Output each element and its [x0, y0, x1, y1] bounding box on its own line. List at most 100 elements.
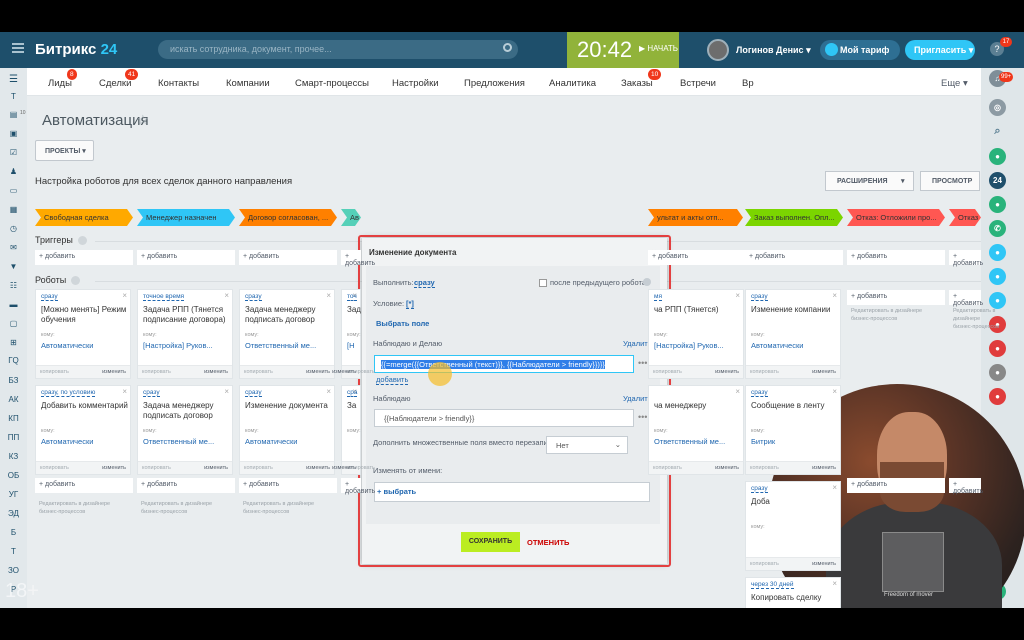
close-icon[interactable]: ×	[832, 387, 837, 396]
copy-link[interactable]: копировать	[653, 369, 682, 375]
add-robot-button[interactable]: + добавить	[847, 478, 945, 493]
stage-item[interactable]: Договор согласован, ...	[239, 209, 337, 226]
robot-responsible[interactable]: [Настройка] Руков...	[143, 341, 213, 350]
b24-chat-icon[interactable]: 24	[989, 172, 1006, 189]
robot-when-link[interactable]: через 30 дней	[751, 581, 794, 589]
more-dots-icon[interactable]: •••	[638, 412, 647, 422]
add-robot-button[interactable]: + добавить	[949, 290, 983, 307]
phone-icon[interactable]: ✆	[989, 220, 1006, 237]
stage-item[interactable]: Отказ: Отложили про...	[847, 209, 945, 226]
contact-icon[interactable]: ●	[989, 340, 1006, 357]
robot-when-link[interactable]: мя	[654, 293, 662, 301]
edit-link[interactable]: изменить	[306, 369, 330, 375]
robot-responsible[interactable]: Ответственный ме...	[654, 437, 725, 446]
add-trigger-button[interactable]: + добавить	[847, 250, 945, 265]
tab-orders[interactable]: Заказы	[621, 78, 653, 89]
robot-when-link[interactable]: сразу	[245, 293, 262, 301]
add-robot-button[interactable]: + добавить	[35, 478, 133, 493]
search-icon[interactable]: ⌕	[989, 123, 1006, 140]
robot-when-link[interactable]: сразу	[41, 293, 58, 301]
close-icon[interactable]: ×	[326, 387, 331, 396]
designer-hint[interactable]: Редактировать в дизайнере бизнес-процессо…	[243, 500, 314, 516]
designer-hint[interactable]: Редактировать в дизайнере бизнес-процессо…	[851, 307, 922, 323]
user-menu[interactable]: Логинов Денис ▾	[736, 45, 811, 56]
contact-photo-icon[interactable]: ●	[989, 364, 1006, 381]
add-trigger-button[interactable]: + добавить	[648, 250, 746, 265]
robot-responsible[interactable]: Автоматически	[41, 437, 93, 446]
mail-icon[interactable]: ✉	[0, 243, 27, 252]
stage-item[interactable]: Менеджер назначен	[137, 209, 235, 226]
copy-link[interactable]: копировать	[40, 465, 69, 471]
add-trigger-button[interactable]: + добавить	[341, 250, 375, 267]
search-icon[interactable]	[503, 43, 512, 52]
robot-card[interactable]: × сразу [Можно менять] Режим обучения Автом…	[35, 289, 131, 379]
tab-more-cut[interactable]: Вр	[742, 78, 754, 89]
close-icon[interactable]: ×	[832, 579, 837, 588]
copy-link[interactable]: копировать	[750, 561, 779, 567]
left-nav-item[interactable]: УГ	[0, 490, 27, 499]
change-by-input[interactable]: + выбрать	[374, 482, 650, 502]
invite-button[interactable]: Пригласить ▾	[905, 40, 975, 60]
robot-when-link[interactable]: сразу	[751, 389, 768, 397]
more-dots-icon[interactable]: •••	[638, 358, 647, 368]
left-nav-item[interactable]: КЗ	[0, 452, 27, 461]
robot-responsible[interactable]: Ответственный ме...	[143, 437, 214, 446]
tab-more[interactable]: Еще ▾	[941, 78, 968, 89]
left-nav-item[interactable]: Б	[0, 528, 27, 537]
robot-when-link[interactable]: сра	[347, 389, 358, 397]
choose-field-link[interactable]: Выбрать поле	[376, 319, 429, 328]
help-icon[interactable]	[643, 278, 651, 286]
tab-settings[interactable]: Настройки	[392, 78, 439, 89]
stage-item[interactable]: Заказ выполнен. Опл...	[745, 209, 843, 226]
contact-icon[interactable]: ●	[989, 148, 1006, 165]
add-robot-button[interactable]: + добавить	[341, 478, 375, 495]
close-icon[interactable]: ×	[122, 387, 127, 396]
edit-link[interactable]: изменить	[332, 369, 356, 375]
robot-responsible[interactable]: Битрик	[751, 437, 775, 446]
clock-icon[interactable]: ◷	[0, 224, 27, 233]
close-icon[interactable]: ×	[735, 387, 740, 396]
robot-card[interactable]: × сра За кому: копировать изменить	[332, 385, 375, 475]
robot-when-link[interactable]: точное время	[143, 293, 185, 301]
copy-link[interactable]: копировать	[40, 369, 69, 375]
robot-card[interactable]: × точ Зад [Н кому: копировать изменить	[332, 289, 375, 379]
close-icon[interactable]: ×	[122, 291, 127, 300]
field2-input[interactable]: {{Наблюдатели > friendly}}	[374, 409, 634, 427]
tab-contacts[interactable]: Контакты	[158, 78, 199, 89]
designer-hint[interactable]: Редактировать в дизайнере бизнес-процессо…	[953, 307, 1024, 331]
contact-icon[interactable]: ●	[989, 244, 1006, 261]
add-robot-button[interactable]: + добавить	[239, 478, 337, 493]
edit-link[interactable]: изменить	[332, 465, 356, 471]
copy-link[interactable]: копировать	[653, 465, 682, 471]
robot-when-link[interactable]: сразу	[751, 293, 768, 301]
robot-card[interactable]: × сразу Сообщение в ленту Битрик кому: копиро…	[745, 385, 841, 475]
robot-card[interactable]: × сразу Изменение компании Автоматически ком…	[745, 289, 841, 379]
edit-link[interactable]: изменить	[204, 465, 228, 471]
left-nav-item[interactable]: ОБ	[0, 471, 27, 480]
edit-link[interactable]: изменить	[306, 465, 330, 471]
field1-input[interactable]: {{=merge({{Ответственный (текст)}}, {{На…	[374, 355, 634, 373]
tab-offers[interactable]: Предложения	[464, 78, 525, 89]
close-icon[interactable]: ×	[832, 483, 837, 492]
calendar-icon[interactable]: ▦	[0, 205, 27, 214]
contacts-icon[interactable]: ☷	[0, 281, 27, 290]
card-icon[interactable]: ▬	[0, 300, 27, 309]
copy-link[interactable]: копировать	[244, 369, 273, 375]
robot-when-link[interactable]: сразу	[143, 389, 160, 397]
left-nav-item[interactable]: Т	[0, 547, 27, 556]
designer-hint[interactable]: Редактировать в дизайнере бизнес-процессо…	[141, 500, 212, 516]
add-robot-button[interactable]: + добавить	[137, 478, 235, 493]
menu-icon[interactable]	[12, 43, 24, 53]
search-input[interactable]: искать сотрудника, документ, прочее...	[158, 40, 518, 59]
choose-link[interactable]: + выбрать	[377, 487, 416, 496]
tab-leads[interactable]: Лиды	[48, 78, 72, 89]
left-nav-item[interactable]: БЗ	[0, 376, 27, 385]
edit-link[interactable]: изменить	[204, 369, 228, 375]
add-trigger-button[interactable]: + добавить	[35, 250, 133, 265]
group-icon[interactable]: ♟	[0, 167, 27, 176]
robot-responsible[interactable]: [Н	[347, 341, 355, 350]
robot-when-link[interactable]: сразу	[245, 389, 262, 397]
robot-card[interactable]: × сразу Задача менеджеру подписать договор…	[239, 289, 335, 379]
edit-link[interactable]: изменить	[715, 369, 739, 375]
stage-item[interactable]: Свободная сделка	[35, 209, 133, 226]
